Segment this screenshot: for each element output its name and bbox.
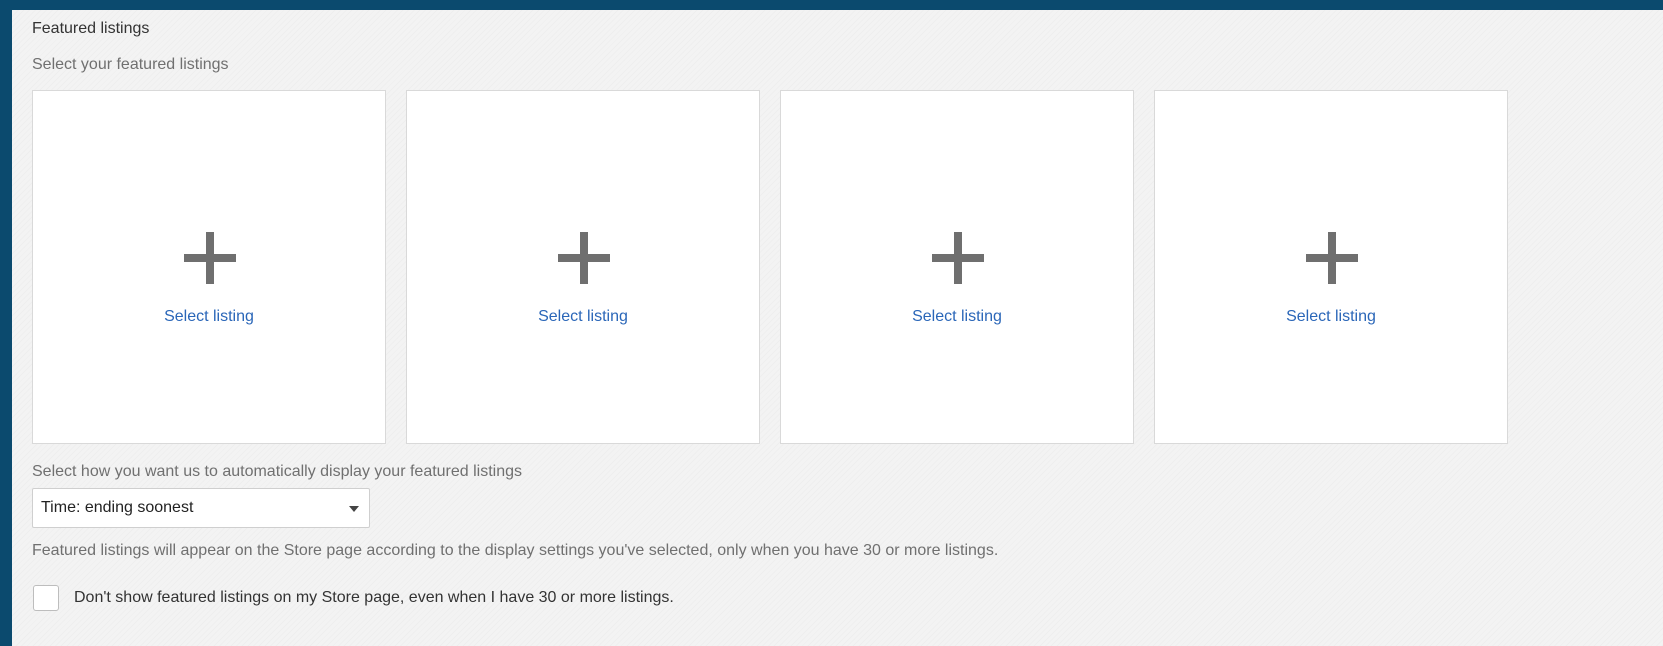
plus-icon [1306, 232, 1358, 284]
listing-slot-4[interactable]: Select listing [1154, 90, 1508, 444]
listing-slot-1[interactable]: Select listing [32, 90, 386, 444]
featured-info-text: Featured listings will appear on the Sto… [32, 542, 999, 559]
listing-slot-3[interactable]: Select listing [780, 90, 1134, 444]
section-subtitle: Select your featured listings [32, 56, 229, 73]
select-listing-link[interactable]: Select listing [407, 308, 759, 326]
section-title: Featured listings [32, 20, 150, 37]
opt-out-label[interactable]: Don't show featured listings on my Store… [74, 589, 674, 607]
plus-icon [558, 232, 610, 284]
opt-out-checkbox[interactable] [33, 585, 59, 611]
select-listing-link[interactable]: Select listing [33, 308, 385, 326]
display-settings-label: Select how you want us to automatically … [32, 463, 523, 480]
select-listing-link[interactable]: Select listing [781, 308, 1133, 326]
display-order-value: Time: ending soonest [41, 499, 194, 516]
select-listing-link[interactable]: Select listing [1155, 308, 1507, 326]
caret-down-icon [349, 506, 359, 512]
listing-slot-2[interactable]: Select listing [406, 90, 760, 444]
featured-listings-panel: Featured listings Select your featured l… [12, 10, 1663, 646]
plus-icon [932, 232, 984, 284]
display-order-select[interactable]: Time: ending soonest [32, 488, 370, 528]
plus-icon [184, 232, 236, 284]
